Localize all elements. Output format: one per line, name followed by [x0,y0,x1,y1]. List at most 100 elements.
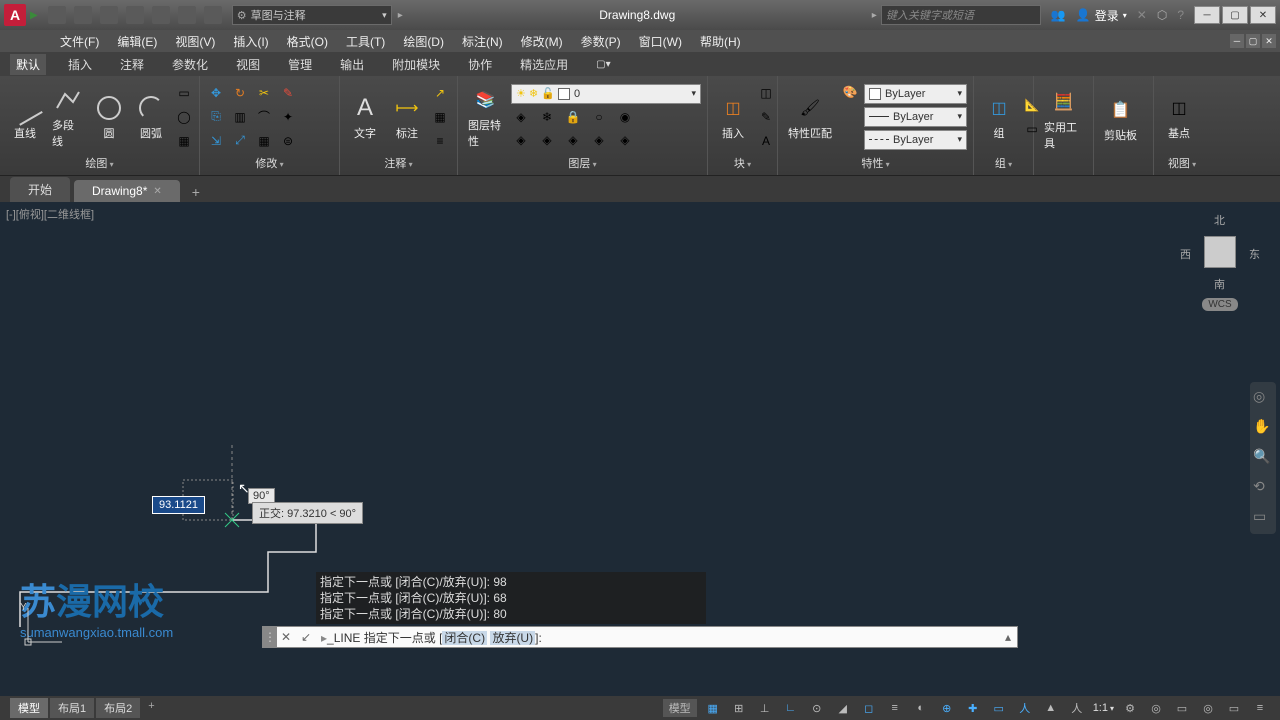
tab-annotate[interactable]: 注释 [114,54,150,75]
cmdline-options-icon[interactable]: ↙ [295,630,317,644]
zoom-icon[interactable]: 🔍 [1253,448,1273,468]
showmotion-icon[interactable]: ▭ [1253,508,1273,528]
maximize-button[interactable]: ▢ [1222,6,1248,24]
panel-group-title[interactable]: 组 [980,153,1027,171]
cmdline-text[interactable]: ▸_LINE 指定下一点或 [闭合(C) 放弃(U)]: [317,629,999,646]
layer-s3-icon[interactable]: ◈ [563,130,583,150]
qat-open-icon[interactable] [74,6,92,24]
minimize-button[interactable]: ─ [1194,6,1220,24]
menu-file[interactable]: 文件(F) [60,33,99,50]
model-space-button[interactable]: 模型 [663,699,697,717]
tab-manage[interactable]: 管理 [282,54,318,75]
menu-modify[interactable]: 修改(M) [521,33,563,50]
drawing-canvas[interactable]: [-][俯视][二维线框] 北 南 东 西 WCS ◎ ✋ 🔍 ⟲ ▭ 93.1… [0,202,1280,680]
new-tab-button[interactable]: + [184,182,208,202]
layer-iso-icon[interactable]: ◈ [511,107,531,127]
group-button[interactable]: ◫组 [980,91,1018,143]
dimension-button[interactable]: ⟼标注 [388,91,426,143]
stretch-icon[interactable]: ⇲ [206,131,226,151]
tab-expand-icon[interactable]: ▢▾ [590,57,616,72]
hardware-accel-icon[interactable]: ▭ [1172,699,1192,717]
compass-w[interactable]: 西 [1180,246,1191,262]
scale-icon[interactable]: ⤢ [230,131,250,151]
leader-icon[interactable]: ↗ [430,83,450,103]
line-button[interactable]: 直线 [6,91,44,143]
workspace-dropdown[interactable]: ⚙ 草图与注释 ▾ [232,5,392,25]
menu-window[interactable]: 窗口(W) [639,33,682,50]
qat-save-icon[interactable] [100,6,118,24]
mtext-icon[interactable]: ≡ [430,131,450,151]
layer-props-button[interactable]: 📚图层特性 [464,83,507,151]
panel-block-title[interactable]: 块 [714,153,771,171]
tab-default[interactable]: 默认 [10,54,46,75]
layer-s4-icon[interactable]: ◈ [589,130,609,150]
hatch-icon[interactable]: ▦ [174,131,194,151]
menu-insert[interactable]: 插入(I) [233,33,268,50]
tab-collab[interactable]: 协作 [462,54,498,75]
panel-annot-title[interactable]: 注释 [346,153,451,171]
attr-icon[interactable]: A [756,131,776,151]
layer-combo[interactable]: ☀ ❄ 🔓 0▾ [511,84,701,104]
menu-view[interactable]: 视图(V) [175,33,215,50]
layer-freeze-icon[interactable]: ❄ [537,107,557,127]
text-button[interactable]: A文字 [346,91,384,143]
layer-s5-icon[interactable]: ◈ [615,130,635,150]
compass-n[interactable]: 北 [1214,212,1225,228]
search-input[interactable]: 键入关键字或短语 [881,5,1041,25]
app-store-icon[interactable]: ⬡ [1157,8,1167,22]
ellipse-icon[interactable]: ◯ [174,107,194,127]
table-icon[interactable]: ▦ [430,107,450,127]
annoscale-icon[interactable]: ▲ [1041,699,1061,717]
explode-icon[interactable]: ✦ [278,107,298,127]
mdi-restore[interactable]: ▢ [1246,34,1260,48]
qat-redo-icon[interactable] [204,6,222,24]
move-icon[interactable]: ✥ [206,83,226,103]
offset-icon[interactable]: ⊜ [278,131,298,151]
command-line[interactable]: ⋮ ✕ ↙ ▸_LINE 指定下一点或 [闭合(C) 放弃(U)]: ▴ [262,626,1018,648]
color-combo[interactable]: ByLayer▾ [864,84,967,104]
isoplane-icon[interactable]: ◢ [833,699,853,717]
rectangle-icon[interactable]: ▭ [174,83,194,103]
search-play-icon[interactable]: ▸ [872,10,877,21]
close-button[interactable]: ✕ [1250,6,1276,24]
menu-format[interactable]: 格式(O) [287,33,328,50]
fillet-icon[interactable]: ⌒ [254,107,274,127]
transparency-icon[interactable]: ◐ [911,699,931,717]
trim-icon[interactable]: ✂ [254,83,274,103]
annotation-monitor-icon[interactable]: ◎ [1146,699,1166,717]
layer-lock-icon[interactable]: 🔒 [563,107,583,127]
app-menu-arrow[interactable]: ▶ [30,10,38,21]
tab-parametric[interactable]: 参数化 [166,54,214,75]
cube-top-face[interactable] [1204,236,1236,268]
layer-match-icon[interactable]: ◉ [615,107,635,127]
rotate-icon[interactable]: ↻ [230,83,250,103]
layout-2[interactable]: 布局2 [96,698,140,718]
infer-icon[interactable]: ⊥ [755,699,775,717]
insert-block-button[interactable]: ◫插入 [714,91,752,143]
menu-params[interactable]: 参数(P) [581,33,621,50]
layer-s1-icon[interactable]: ◈ [511,130,531,150]
mirror-icon[interactable]: ▥ [230,107,250,127]
mdi-minimize[interactable]: ─ [1230,34,1244,48]
customize-icon[interactable]: ≡ [1250,699,1270,717]
osnap-icon[interactable]: ◻ [859,699,879,717]
qat-undo-icon[interactable] [178,6,196,24]
cmdline-grip-icon[interactable]: ⋮ [263,627,277,647]
tab-insert[interactable]: 插入 [62,54,98,75]
wcs-badge[interactable]: WCS [1202,298,1237,311]
orbit-icon[interactable]: ⟲ [1253,478,1273,498]
panel-layer-title[interactable]: 图层 [464,153,701,171]
circle-button[interactable]: 圆 [90,91,128,143]
wheel-icon[interactable]: ◎ [1253,388,1273,408]
tab-output[interactable]: 输出 [334,54,370,75]
color-wheel-icon[interactable]: 🎨 [840,82,860,102]
cycling-icon[interactable]: ⊕ [937,699,957,717]
tab-view[interactable]: 视图 [230,54,266,75]
tab-featured[interactable]: 精选应用 [514,54,574,75]
menu-dimension[interactable]: 标注(N) [462,33,503,50]
compass-s[interactable]: 南 [1214,276,1225,292]
linetype-combo[interactable]: ByLayer▾ [864,130,967,150]
qat-new-icon[interactable] [48,6,66,24]
layer-off-icon[interactable]: ○ [589,107,609,127]
infocenter-icon[interactable]: 👥 [1051,8,1066,22]
